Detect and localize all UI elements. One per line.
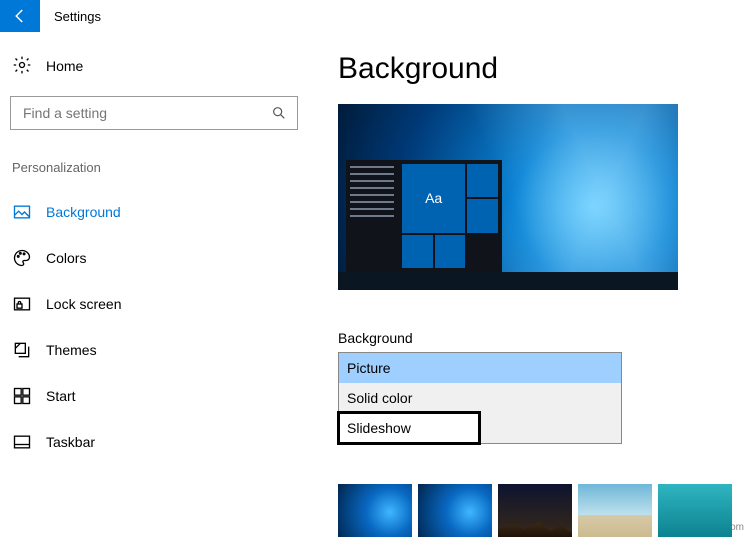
gear-icon <box>12 55 32 78</box>
nav-background[interactable]: Background <box>10 189 298 235</box>
nav-colors[interactable]: Colors <box>10 235 298 281</box>
sidebar: Home Personalization Background <box>0 32 308 537</box>
nav-taskbar[interactable]: Taskbar <box>10 419 298 465</box>
dropdown-option-slideshow[interactable]: Slideshow <box>339 413 479 443</box>
section-label: Personalization <box>10 160 298 175</box>
nav-label: Colors <box>46 250 86 266</box>
search-box[interactable] <box>10 96 298 130</box>
thumbnail[interactable] <box>418 484 492 537</box>
thumbnail[interactable] <box>338 484 412 537</box>
content-pane: Background Aa Background Picture Solid c… <box>308 32 750 537</box>
arrow-left-icon <box>11 7 29 25</box>
thumbnail[interactable] <box>578 484 652 537</box>
nav-themes[interactable]: Themes <box>10 327 298 373</box>
start-icon <box>12 386 32 406</box>
desktop-preview: Aa <box>338 104 678 290</box>
home-nav[interactable]: Home <box>10 44 298 88</box>
start-menu-preview: Aa <box>346 160 502 272</box>
picture-thumbnails <box>338 484 732 537</box>
thumbnail[interactable] <box>658 484 732 537</box>
palette-icon <box>12 248 32 268</box>
background-dropdown[interactable]: Picture Solid color Slideshow <box>338 352 622 444</box>
search-input[interactable] <box>21 104 251 122</box>
background-dropdown-label: Background <box>338 330 742 346</box>
themes-icon <box>12 340 32 360</box>
sample-text-tile: Aa <box>402 164 465 233</box>
dropdown-option-solid-color[interactable]: Solid color <box>339 383 621 413</box>
home-label: Home <box>46 58 83 74</box>
nav-label: Lock screen <box>46 296 121 312</box>
dropdown-option-picture[interactable]: Picture <box>339 353 621 383</box>
search-icon <box>271 105 287 121</box>
picture-icon <box>12 202 32 222</box>
nav-start[interactable]: Start <box>10 373 298 419</box>
window-title: Settings <box>54 9 101 24</box>
back-button[interactable] <box>0 0 40 32</box>
nav-label: Themes <box>46 342 97 358</box>
title-bar: Settings <box>0 0 750 32</box>
nav-lock-screen[interactable]: Lock screen <box>10 281 298 327</box>
thumbnail[interactable] <box>498 484 572 537</box>
nav-label: Start <box>46 388 76 404</box>
nav-label: Taskbar <box>46 434 95 450</box>
taskbar-preview <box>338 272 678 290</box>
taskbar-icon <box>12 432 32 452</box>
nav-label: Background <box>46 204 121 220</box>
lock-screen-icon <box>12 294 32 314</box>
page-title: Background <box>338 52 742 86</box>
